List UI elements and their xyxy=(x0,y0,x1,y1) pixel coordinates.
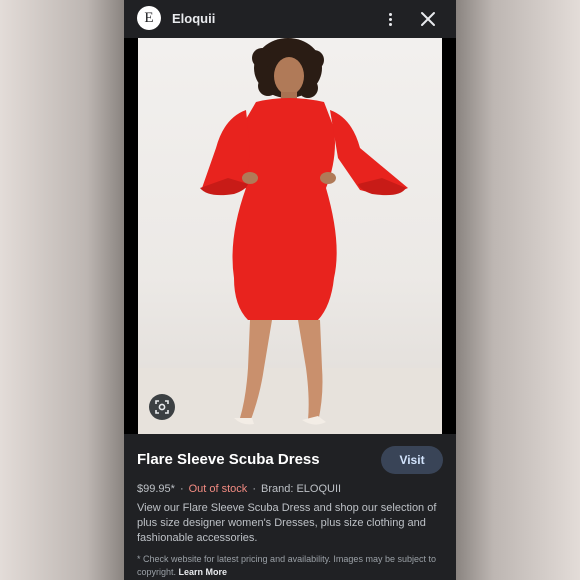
product-image[interactable] xyxy=(138,38,442,434)
lens-icon[interactable] xyxy=(149,394,175,420)
visit-button[interactable]: Visit xyxy=(381,446,443,474)
image-container xyxy=(124,38,456,434)
product-meta: $99.95* · Out of stock · Brand: ELOQUII xyxy=(137,483,342,495)
price: $99.95* xyxy=(137,483,175,495)
brand: Brand: ELOQUII xyxy=(260,483,342,495)
more-vert-icon[interactable] xyxy=(382,9,398,29)
learn-more-link[interactable]: Learn More xyxy=(179,567,228,577)
background-blur-left xyxy=(0,0,124,580)
product-description: View our Flare Sleeve Scuba Dress and sh… xyxy=(137,502,437,544)
image-preview-panel: E Eloquii Flare Sleeve Scuba Dress Visit… xyxy=(124,0,456,580)
site-logo-letter: E xyxy=(144,9,154,26)
product-photo xyxy=(138,38,442,434)
product-title[interactable]: Flare Sleeve Scuba Dress xyxy=(137,451,320,468)
close-icon[interactable] xyxy=(418,9,438,29)
stock-status: Out of stock xyxy=(188,483,248,495)
site-logo[interactable]: E xyxy=(137,6,161,30)
disclaimer: * Check website for latest pricing and a… xyxy=(137,553,443,579)
panel-header: E Eloquii xyxy=(124,0,456,38)
background-blur-right xyxy=(456,0,580,580)
site-name[interactable]: Eloquii xyxy=(172,11,215,26)
